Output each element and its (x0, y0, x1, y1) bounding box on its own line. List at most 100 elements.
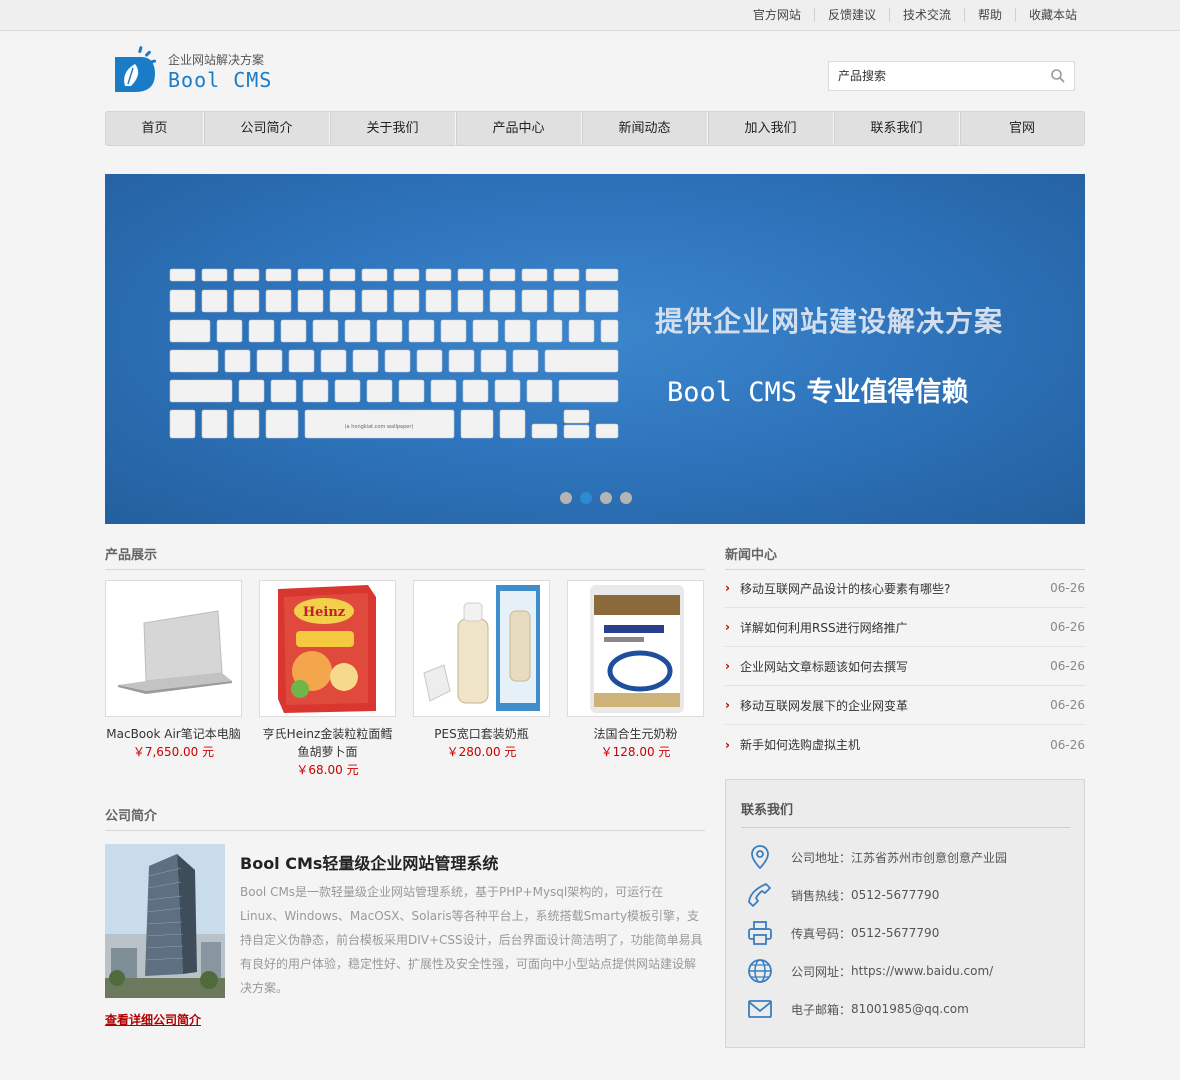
globe-icon (748, 959, 772, 983)
about-heading: 公司简介 (105, 809, 158, 824)
top-link-feedback[interactable]: 反馈建议 (813, 8, 889, 22)
news-list: › 移动互联网产品设计的核心要素有哪些? 06-26 › 详解如何利用RSS进行… (725, 569, 1085, 764)
location-icon (751, 845, 769, 870)
news-title[interactable]: 移动互联网发展下的企业网变革 (740, 697, 1050, 714)
top-link-help[interactable]: 帮助 (963, 8, 1015, 22)
nav-item-join-us[interactable]: 加入我们 (708, 112, 834, 145)
products-divider (105, 569, 705, 570)
news-item[interactable]: › 企业网站文章标题该如何去撰写 06-26 (725, 647, 1085, 686)
news-heading: 新闻中心 (725, 548, 778, 563)
product-name[interactable]: 法国合生元奶粉 (567, 725, 704, 743)
product-name[interactable]: 亨氏Heinz金装粒粒面鳕鱼胡萝卜面 (259, 725, 396, 761)
logo-tagline: 企业网站解决方案 (168, 53, 265, 67)
top-links: 官方网站 反馈建议 技术交流 帮助 收藏本站 (740, 0, 1090, 30)
contact-box: 联系我们 公司地址： 江苏省苏州市创意创意产业园 销售热线： 0512-5677… (725, 779, 1085, 1048)
news-item[interactable]: › 移动互联网产品设计的核心要素有哪些? 06-26 (725, 569, 1085, 608)
slider-dot[interactable] (600, 492, 612, 504)
contact-value: 江苏省苏州市创意创意产业园 (851, 850, 1008, 865)
chevron-right-icon: › (725, 737, 730, 752)
logo-text[interactable]: Bool CMS (168, 68, 272, 92)
top-link-tech-exchange[interactable]: 技术交流 (888, 8, 964, 22)
keyboard-image: (a hongkiat.com wallpaper) (169, 268, 619, 439)
top-bar: 官方网站 反馈建议 技术交流 帮助 收藏本站 (0, 0, 1180, 31)
slider-dot[interactable] (620, 492, 632, 504)
news-date: 06-26 (1050, 581, 1085, 595)
chevron-right-icon: › (725, 581, 730, 595)
product-name[interactable]: PES宽口套装奶瓶 (413, 725, 550, 743)
main-nav: 首页 公司简介 关于我们 产品中心 新闻动态 加入我们 联系我们 官网 (105, 111, 1085, 146)
news-title[interactable]: 详解如何利用RSS进行网络推广 (740, 619, 1050, 636)
company-building-image[interactable] (105, 844, 225, 998)
contact-row-email: 电子邮箱： 81001985@qq.com (746, 994, 969, 1024)
contact-row-website: 公司网址： https://www.baidu.com/ (746, 956, 993, 986)
contact-value: 0512-5677790 (851, 926, 940, 940)
nav-item-products[interactable]: 产品中心 (456, 112, 582, 145)
news-date: 06-26 (1050, 659, 1085, 673)
nav-item-official-site[interactable]: 官网 (960, 112, 1084, 145)
nav-item-news[interactable]: 新闻动态 (582, 112, 708, 145)
contact-value: 0512-5677790 (851, 888, 940, 902)
contact-value[interactable]: 81001985@qq.com (851, 1002, 969, 1016)
news-item[interactable]: › 详解如何利用RSS进行网络推广 06-26 (725, 608, 1085, 647)
search-box (828, 61, 1075, 91)
contact-row-fax: 传真号码： 0512-5677790 (746, 918, 939, 948)
banner-subtitle-text: 专业值得信赖 (806, 377, 969, 408)
printer-icon (748, 921, 772, 945)
product-card[interactable]: Heinz 亨氏Heinz金装粒粒面鳕鱼胡萝卜面 ￥68.00 元 (259, 580, 396, 779)
search-icon[interactable] (1050, 68, 1066, 84)
news-item[interactable]: › 新手如何选购虚拟主机 06-26 (725, 725, 1085, 764)
product-price: ￥7,650.00 元 (132, 745, 215, 759)
chevron-right-icon: › (725, 698, 730, 712)
about-divider (105, 830, 705, 831)
contact-label: 公司地址： (791, 850, 852, 865)
news-title[interactable]: 移动互联网产品设计的核心要素有哪些? (740, 580, 1050, 597)
news-date: 06-26 (1050, 698, 1085, 712)
product-image-laptop[interactable] (105, 580, 242, 717)
product-image-heinz[interactable]: Heinz (259, 580, 396, 717)
search-input[interactable] (829, 62, 1039, 90)
contact-row-sales: 销售热线： 0512-5677790 (746, 880, 939, 910)
product-price: ￥68.00 元 (296, 763, 359, 777)
chevron-right-icon: › (725, 620, 730, 634)
news-title[interactable]: 企业网站文章标题该如何去撰写 (740, 658, 1050, 675)
about-text: Bool CMs是一款轻量级企业网站管理系统，基于PHP+Mysql架构的，可运… (240, 885, 703, 995)
nav-item-home[interactable]: 首页 (106, 112, 204, 145)
news-date: 06-26 (1050, 737, 1085, 752)
news-title[interactable]: 新手如何选购虚拟主机 (740, 736, 1050, 753)
product-card[interactable]: MacBook Air笔记本电脑 ￥7,650.00 元 (105, 580, 242, 761)
product-card[interactable]: PES宽口套装奶瓶 ￥280.00 元 (413, 580, 550, 761)
news-date: 06-26 (1050, 620, 1085, 634)
contact-label: 电子邮箱： (791, 1002, 852, 1017)
phone-icon (748, 883, 771, 907)
contact-row-address: 公司地址： 江苏省苏州市创意创意产业园 (746, 842, 1007, 872)
mail-icon (748, 1000, 772, 1018)
product-card[interactable]: 法国合生元奶粉 ￥128.00 元 (567, 580, 704, 761)
nav-item-company-intro[interactable]: 公司简介 (204, 112, 330, 145)
contact-value[interactable]: https://www.baidu.com/ (851, 964, 993, 978)
about-more-link[interactable]: 查看详细公司简介 (105, 1011, 201, 1028)
contact-heading: 联系我们 (741, 803, 794, 818)
keyboard-caption: (a hongkiat.com wallpaper) (345, 424, 414, 430)
nav-item-about-us[interactable]: 关于我们 (330, 112, 456, 145)
products-heading: 产品展示 (105, 548, 158, 563)
banner-slider[interactable]: (a hongkiat.com wallpaper) 提供企业网站建设解决方案 … (105, 174, 1085, 524)
contact-label: 公司网址： (791, 964, 852, 979)
slider-dot-active[interactable] (580, 492, 592, 504)
contact-divider (741, 827, 1070, 828)
banner-subtitle-brand: Bool CMS (667, 377, 798, 408)
product-name[interactable]: MacBook Air笔记本电脑 (105, 725, 242, 743)
slider-dot[interactable] (560, 492, 572, 504)
product-image-milk-powder[interactable] (567, 580, 704, 717)
about-title: Bool CMs轻量级企业网站管理系统 (240, 854, 499, 873)
banner-title: 提供企业网站建设解决方案 (655, 305, 1004, 338)
product-price: ￥280.00 元 (446, 745, 517, 759)
contact-label: 销售热线： (791, 888, 852, 903)
contact-label: 传真号码： (791, 926, 852, 941)
news-item[interactable]: › 移动互联网发展下的企业网变革 06-26 (725, 686, 1085, 725)
top-link-official-site[interactable]: 官方网站 (740, 8, 814, 22)
top-link-bookmark[interactable]: 收藏本站 (1014, 8, 1090, 22)
nav-item-contact[interactable]: 联系我们 (834, 112, 960, 145)
product-image-bottle[interactable] (413, 580, 550, 717)
product-price: ￥128.00 元 (600, 745, 671, 759)
svg-text:Heinz: Heinz (303, 605, 345, 620)
